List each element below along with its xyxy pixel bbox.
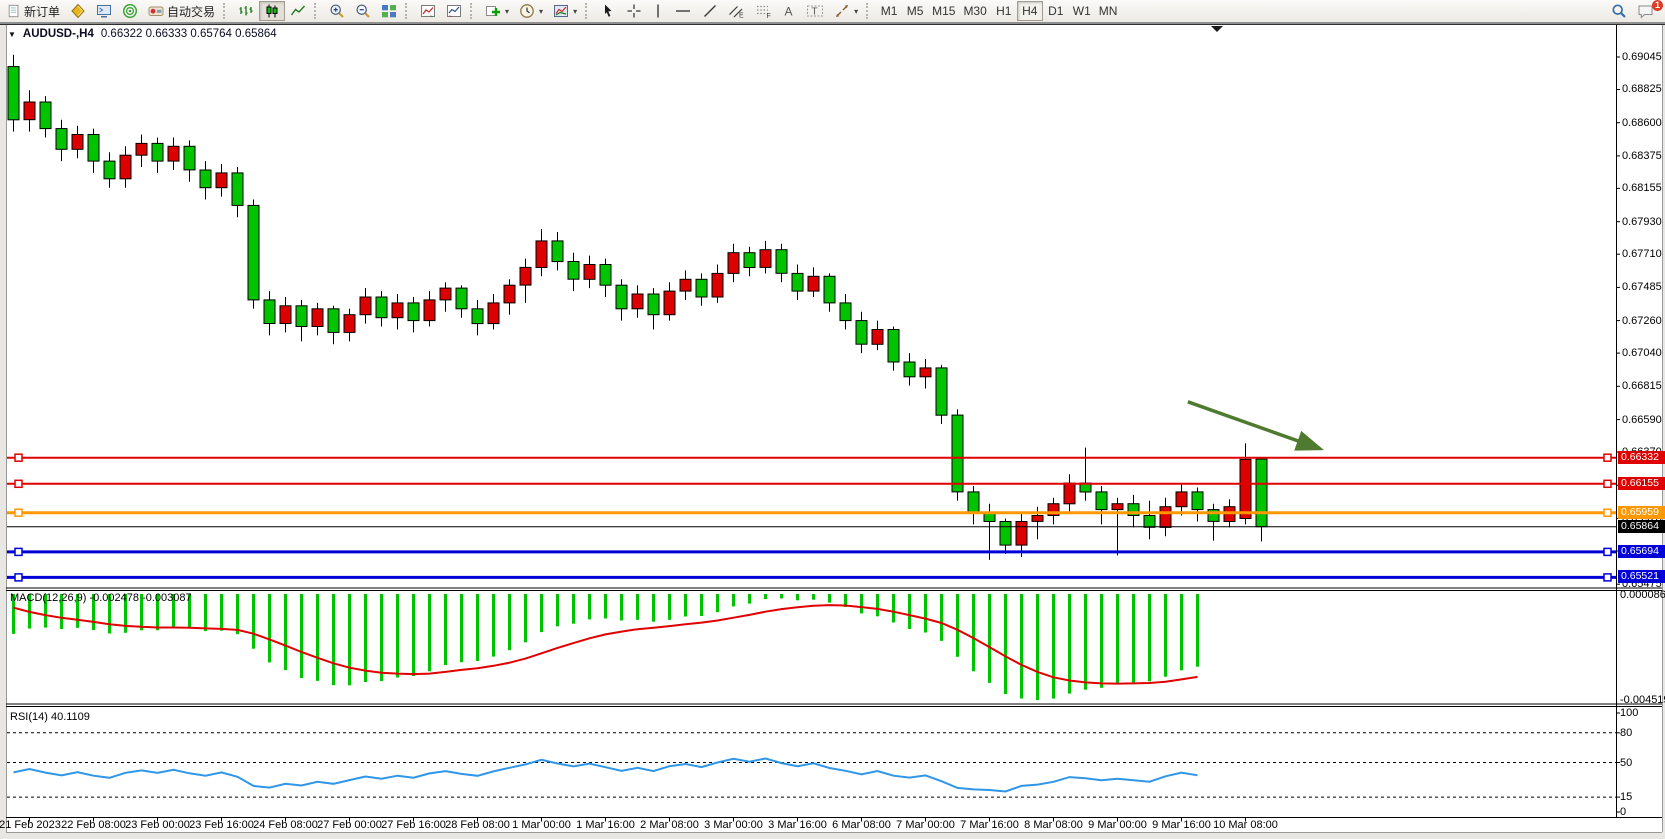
macd-histogram-bar [364, 594, 367, 682]
macd-histogram-bar [1036, 594, 1039, 700]
macd-histogram-bar [668, 594, 671, 620]
chart-title-bar: ▼ AUDUSD-,H4 0.66322 0.66333 0.65764 0.6… [8, 28, 277, 40]
macd-histogram-bar [1164, 594, 1167, 677]
macd-histogram-bar [764, 594, 767, 599]
macd-histogram-bar [1020, 594, 1023, 699]
candle [936, 365, 947, 424]
macd-histogram-bar [188, 594, 191, 629]
macd-histogram-bar [908, 594, 911, 629]
macd-histogram-bar [1180, 594, 1183, 670]
chart-canvas [0, 0, 1665, 839]
macd-histogram-bar [540, 594, 543, 632]
macd-histogram-bar [172, 594, 175, 628]
line-drag-handle[interactable] [15, 480, 22, 487]
macd-histogram-bar [460, 594, 463, 662]
macd-histogram-bar [492, 594, 495, 657]
macd-histogram-bar [412, 594, 415, 676]
macd-histogram-bar [108, 594, 111, 634]
macd-histogram-bar [588, 594, 591, 619]
line-drag-handle[interactable] [15, 574, 22, 581]
line-drag-handle[interactable] [1604, 509, 1611, 516]
macd-histogram-bar [796, 594, 799, 600]
macd-histogram-bar [572, 594, 575, 624]
macd-histogram-bar [508, 594, 511, 650]
macd-histogram-bar [316, 594, 319, 681]
macd-histogram-bar [604, 594, 607, 619]
macd-histogram-bar [1148, 594, 1151, 681]
macd-histogram-bar [300, 594, 303, 678]
window-top-border-dark [0, 24, 1665, 25]
line-drag-handle[interactable] [1604, 454, 1611, 461]
macd-histogram-bar [524, 594, 527, 642]
chart-collapse-arrow-icon[interactable]: ▼ [8, 30, 16, 39]
macd-histogram-bar [252, 594, 255, 649]
macd-histogram-bar [1084, 594, 1087, 690]
macd-histogram-bar [812, 594, 815, 600]
macd-histogram-bar [380, 594, 383, 681]
macd-histogram-bar [828, 594, 831, 603]
line-drag-handle[interactable] [15, 454, 22, 461]
macd-histogram-bar [12, 594, 15, 634]
macd-histogram-bar [1116, 594, 1119, 685]
line-drag-handle[interactable] [1604, 574, 1611, 581]
macd-histogram-bar [76, 594, 79, 628]
candle [952, 409, 963, 501]
chart-ohlc-values: 0.66322 0.66333 0.65764 0.65864 [101, 28, 277, 40]
chart-background [6, 25, 1662, 832]
macd-histogram-bar [1004, 594, 1007, 694]
macd-histogram-bar [204, 594, 207, 631]
line-drag-handle[interactable] [1604, 480, 1611, 487]
macd-histogram-bar [556, 594, 559, 626]
macd-histogram-bar [860, 594, 863, 613]
macd-histogram-bar [924, 594, 927, 633]
line-drag-handle[interactable] [15, 548, 22, 555]
macd-histogram-bar [700, 594, 703, 616]
macd-histogram-bar [476, 594, 479, 661]
macd-histogram-bar [396, 594, 399, 678]
macd-histogram-bar [972, 594, 975, 671]
macd-histogram-bar [988, 594, 991, 683]
macd-histogram-bar [620, 594, 623, 621]
macd-histogram-bar [684, 594, 687, 617]
macd-histogram-bar [332, 594, 335, 685]
macd-histogram-bar [444, 594, 447, 665]
macd-histogram-bar [1100, 594, 1103, 688]
mt4-terminal: { "toolbar": { "new_order": "新订单", "auto… [0, 0, 1665, 839]
macd-histogram-bar [348, 594, 351, 685]
macd-histogram-bar [892, 594, 895, 623]
macd-histogram-bar [780, 594, 783, 599]
chart-symbol-title: AUDUSD-,H4 [23, 28, 94, 40]
macd-histogram-bar [268, 594, 271, 662]
macd-histogram-bar [636, 594, 639, 620]
macd-histogram-bar [716, 594, 719, 612]
macd-histogram-bar [1068, 594, 1071, 694]
macd-histogram-bar [140, 594, 143, 630]
line-drag-handle[interactable] [1604, 548, 1611, 555]
macd-histogram-bar [732, 594, 735, 606]
macd-histogram-bar [1052, 594, 1055, 699]
macd-histogram-bar [124, 594, 127, 633]
macd-histogram-bar [236, 594, 239, 634]
macd-histogram-bar [940, 594, 943, 641]
candle [8, 55, 19, 132]
macd-histogram-bar [220, 594, 223, 631]
macd-histogram-bar [60, 594, 63, 629]
macd-histogram-bar [428, 594, 431, 671]
macd-histogram-bar [1132, 594, 1135, 682]
macd-histogram-bar [44, 594, 47, 628]
macd-histogram-bar [748, 594, 751, 604]
macd-histogram-bar [92, 594, 95, 630]
candle [248, 200, 259, 309]
macd-histogram-bar [1196, 594, 1199, 667]
line-drag-handle[interactable] [15, 509, 22, 516]
window-top-border [0, 22, 1665, 24]
macd-histogram-bar [876, 594, 879, 616]
macd-histogram-bar [156, 594, 159, 630]
macd-histogram-bar [652, 594, 655, 622]
macd-histogram-bar [956, 594, 959, 657]
macd-histogram-bar [284, 594, 287, 670]
